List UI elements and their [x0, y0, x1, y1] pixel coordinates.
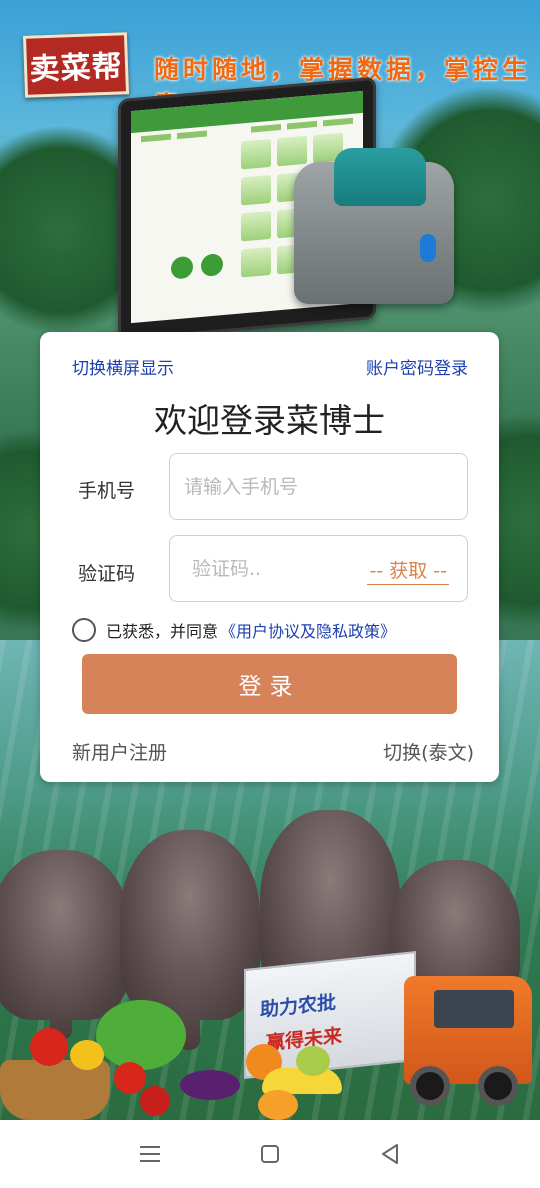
- get-code-button[interactable]: 获取: [367, 556, 449, 585]
- account-password-login-link[interactable]: 账户密码登录: [366, 354, 468, 379]
- switch-language-link[interactable]: 切换(泰文): [383, 738, 474, 765]
- tomato-image: [30, 1028, 68, 1066]
- truck-text-line1: 助力农批: [260, 991, 337, 1022]
- app-logo: 卖菜帮: [22, 32, 130, 98]
- menu-icon[interactable]: [130, 1134, 170, 1174]
- vegetable-basket-image: [0, 1060, 110, 1120]
- phone-field-box[interactable]: [169, 453, 468, 520]
- login-card: 切换横屏显示 账户密码登录 欢迎登录菜博士 手机号 验证码 获取 已获悉，并同意…: [40, 332, 499, 782]
- system-nav-bar: [0, 1120, 540, 1188]
- pepper-image: [70, 1040, 104, 1070]
- tomato-image: [140, 1086, 170, 1116]
- home-icon[interactable]: [250, 1134, 290, 1174]
- login-button[interactable]: 登录: [82, 654, 457, 714]
- truck-wheel: [478, 1066, 518, 1106]
- page-title: 欢迎登录菜博士: [154, 401, 385, 440]
- back-icon[interactable]: [370, 1134, 410, 1174]
- agree-text: 已获悉，并同意: [106, 622, 219, 641]
- app-screen: 卖菜帮 随时随地，掌握数据，掌控生意: [0, 0, 540, 1120]
- verification-code-input[interactable]: [192, 536, 362, 601]
- phone-input[interactable]: [184, 454, 454, 519]
- eggplant-image: [180, 1070, 240, 1100]
- user-agreement-link[interactable]: 《用户协议及隐私政策》: [220, 618, 396, 642]
- logo-text: 卖菜帮: [29, 49, 124, 88]
- agreement-row: 已获悉，并同意 《用户协议及隐私政策》: [72, 618, 396, 642]
- register-link[interactable]: 新用户注册: [72, 738, 167, 765]
- lettuce-image: [96, 1000, 186, 1070]
- switch-landscape-link[interactable]: 切换横屏显示: [72, 354, 174, 379]
- receipt-printer-image: [294, 148, 454, 304]
- orange-image: [258, 1090, 298, 1120]
- phone-label: 手机号: [78, 480, 136, 502]
- agree-radio[interactable]: [72, 618, 96, 642]
- tomato-image: [114, 1062, 146, 1094]
- code-label: 验证码: [78, 563, 136, 585]
- truck-wheel: [410, 1066, 450, 1106]
- grape-image: [296, 1046, 330, 1076]
- code-field-box[interactable]: 获取: [169, 535, 468, 602]
